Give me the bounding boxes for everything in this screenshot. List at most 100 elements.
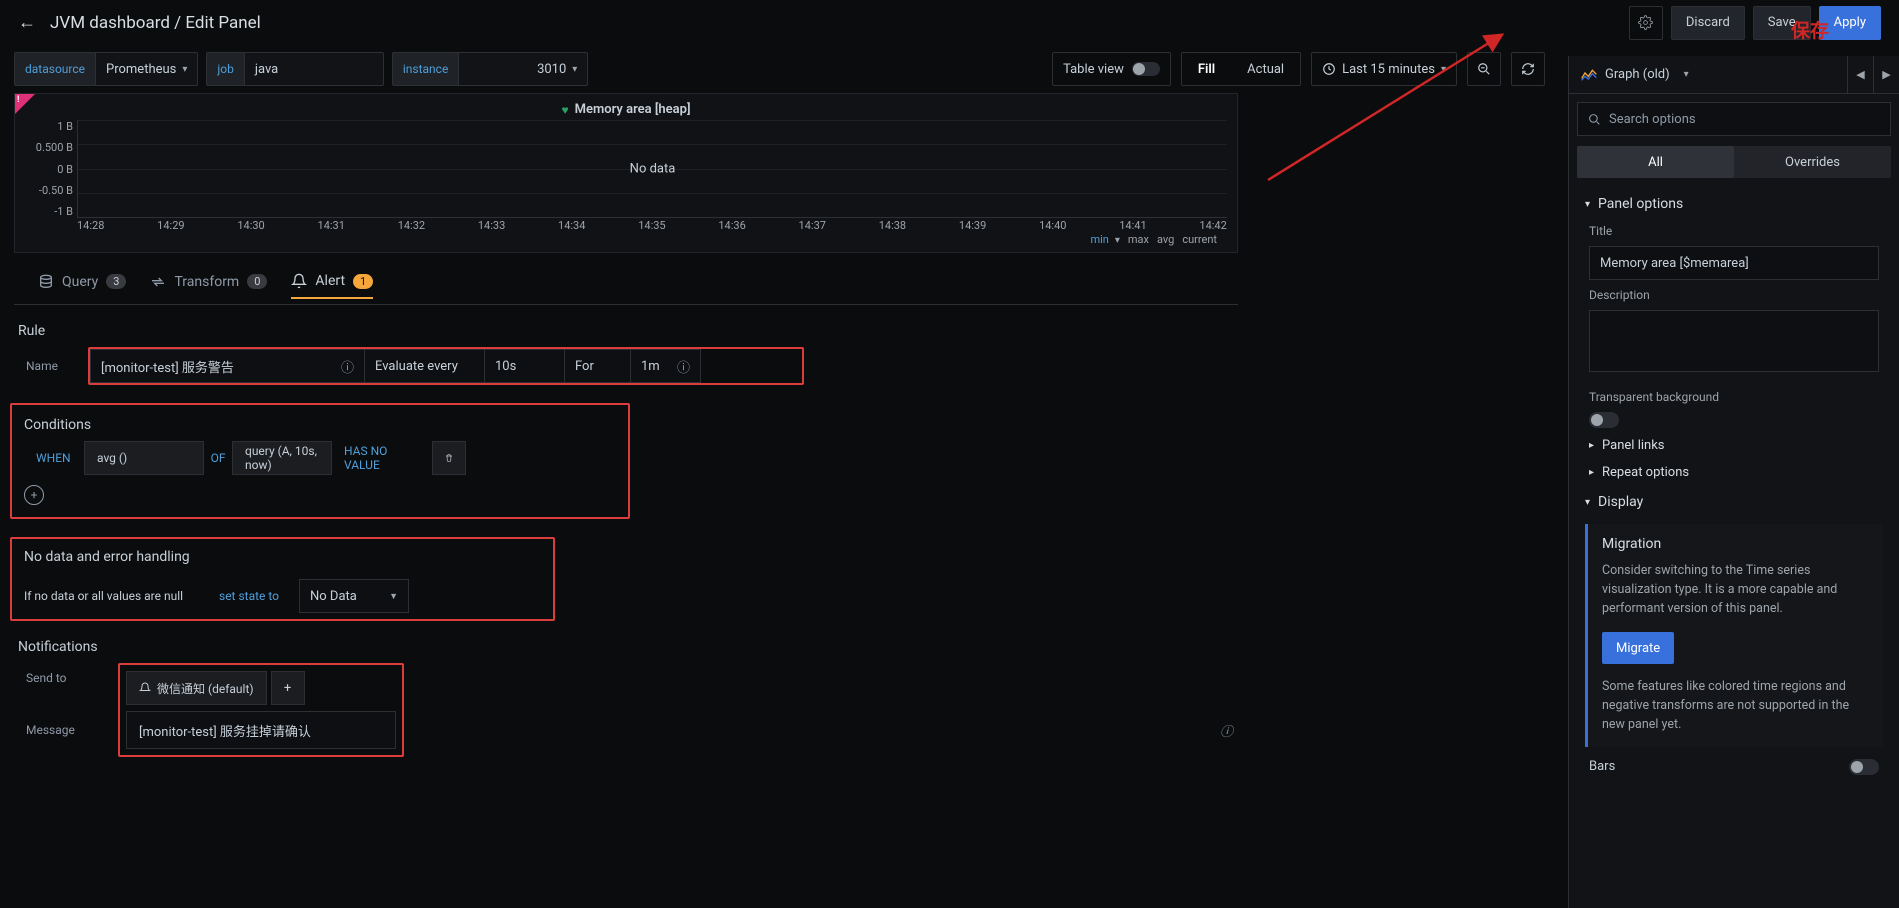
send-to-label: Send to <box>18 663 118 685</box>
legend-avg[interactable]: avg <box>1157 233 1174 246</box>
cond-func[interactable]: avg () <box>84 441 204 475</box>
no-data-label: No data <box>630 161 676 176</box>
transparent-bg-toggle[interactable] <box>1589 412 1619 428</box>
transform-icon <box>150 274 166 290</box>
cond-of: OF <box>204 441 232 475</box>
title-label: Title <box>1569 220 1899 242</box>
info-icon[interactable]: ⓘ <box>677 357 690 376</box>
eval-every-label: Evaluate every <box>365 349 485 383</box>
add-condition-button[interactable]: + <box>24 485 44 505</box>
zoom-out-icon <box>1477 62 1491 76</box>
migration-text-2: Some features like colored time regions … <box>1602 678 1869 734</box>
legend-current[interactable]: current <box>1182 233 1217 246</box>
for-input[interactable]: 1m ⓘ <box>631 349 701 383</box>
viz-picker-button[interactable]: Graph (old) <box>1569 67 1847 82</box>
page-title: JVM dashboard / Edit Panel <box>50 13 261 33</box>
chevron-down-icon: ▾ <box>1585 199 1590 210</box>
chevron-right-icon: ▸ <box>1589 440 1594 451</box>
viz-prev-button[interactable]: ◀ <box>1847 56 1873 94</box>
chevron-right-icon: ▸ <box>1589 467 1594 478</box>
chart-plot-area[interactable]: No data <box>77 120 1227 218</box>
info-icon[interactable]: ⓘ <box>341 357 354 376</box>
table-view-toggle[interactable] <box>1132 62 1160 76</box>
zoom-out-button[interactable] <box>1467 52 1501 86</box>
search-options-input[interactable]: Search options <box>1577 102 1891 136</box>
migration-text-1: Consider switching to the Time series vi… <box>1602 562 1869 618</box>
tab-overrides[interactable]: Overrides <box>1734 146 1891 178</box>
time-range-button[interactable]: Last 15 minutes ▾ <box>1311 52 1457 86</box>
query-count-badge: 3 <box>106 274 126 289</box>
migrate-button[interactable]: Migrate <box>1602 632 1674 664</box>
database-icon <box>38 274 54 290</box>
gear-icon <box>1638 15 1653 30</box>
conditions-heading: Conditions <box>24 417 616 433</box>
y-axis: 1 B 0.500 B 0 B -0.50 B -1 B <box>25 120 73 218</box>
cond-delete-button[interactable] <box>432 441 466 475</box>
back-arrow-icon[interactable]: ← <box>18 12 36 33</box>
info-icon[interactable]: ⓘ <box>1220 721 1233 740</box>
refresh-button[interactable] <box>1511 52 1545 86</box>
panel-description-input[interactable] <box>1589 310 1879 372</box>
notifications-heading: Notifications <box>18 639 1238 655</box>
clock-icon <box>1322 62 1336 76</box>
repeat-options-section[interactable]: ▸Repeat options <box>1569 459 1899 486</box>
tab-all[interactable]: All <box>1577 146 1734 178</box>
settings-gear-button[interactable] <box>1629 6 1663 40</box>
nodata-select[interactable]: No Data▼ <box>299 579 409 613</box>
chart-title[interactable]: ♥ Memory area [heap] <box>561 102 690 117</box>
alert-exclaim-icon: ! <box>17 95 19 105</box>
discard-button[interactable]: Discard <box>1671 6 1745 40</box>
alert-count-badge: 1 <box>353 274 373 289</box>
panel-links-section[interactable]: ▸Panel links <box>1569 432 1899 459</box>
search-icon <box>1588 113 1601 126</box>
table-view-toggle-group: Table view <box>1052 52 1171 86</box>
var-datasource-value[interactable]: Prometheus <box>95 52 198 86</box>
bars-label: Bars <box>1589 759 1615 774</box>
bell-icon <box>139 682 151 694</box>
nodata-row1-label: If no data or all values are null <box>24 589 209 603</box>
var-instance-label: instance <box>392 52 458 86</box>
var-instance-value[interactable]: 3010 <box>458 52 588 86</box>
chevron-down-icon: ▾ <box>1585 497 1590 508</box>
viz-next-button[interactable]: ▶ <box>1873 56 1899 94</box>
description-label: Description <box>1569 284 1899 306</box>
tab-query[interactable]: Query 3 <box>38 274 126 298</box>
message-input[interactable]: [monitor-test] 服务挂掉请确认 <box>126 711 396 749</box>
cond-query[interactable]: query (A, 10s, now) <box>232 441 332 475</box>
rule-name-label: Name <box>18 359 88 373</box>
panel-title-input[interactable]: Memory area [$memarea] <box>1589 246 1879 280</box>
fill-tab[interactable]: Fill <box>1182 53 1231 85</box>
caret-down-icon: ▼ <box>389 591 398 602</box>
table-view-label: Table view <box>1063 62 1124 77</box>
message-label: Message <box>18 723 118 737</box>
transform-count-badge: 0 <box>247 274 267 289</box>
rule-name-input[interactable]: [monitor-test] 服务警告 ⓘ <box>90 349 365 383</box>
tab-alert[interactable]: Alert 1 <box>291 273 373 299</box>
legend-max[interactable]: max <box>1128 233 1149 246</box>
display-header[interactable]: ▾ Display <box>1569 486 1899 518</box>
chevron-down-icon: ▾ <box>1441 64 1446 75</box>
bell-icon <box>291 273 307 289</box>
eval-every-input[interactable]: 10s <box>485 349 565 383</box>
transparent-bg-label: Transparent background <box>1569 386 1899 408</box>
nodata-heading: No data and error handling <box>24 549 541 565</box>
legend-min[interactable]: min <box>1090 233 1119 246</box>
graph-icon <box>1581 68 1597 82</box>
notif-channel-chip[interactable]: 微信通知 (default) <box>126 671 267 705</box>
set-state-to-1: set state to <box>219 589 289 603</box>
rule-heading: Rule <box>18 323 1238 339</box>
actual-tab[interactable]: Actual <box>1231 53 1300 85</box>
tab-transform[interactable]: Transform 0 <box>150 274 267 298</box>
cond-state[interactable]: HAS NO VALUE <box>332 441 432 475</box>
add-channel-button[interactable]: + <box>271 671 305 705</box>
migration-title: Migration <box>1602 536 1869 552</box>
bars-toggle[interactable] <box>1849 759 1879 775</box>
var-job-value[interactable]: java <box>244 52 384 86</box>
var-datasource-label: datasource <box>14 52 95 86</box>
trash-icon <box>445 452 453 464</box>
cond-when[interactable]: WHEN <box>24 441 84 475</box>
var-job-label: job <box>206 52 243 86</box>
annotation-save-cn: 保存 <box>1791 16 1829 43</box>
for-label: For <box>565 349 631 383</box>
panel-options-header[interactable]: ▾ Panel options <box>1569 188 1899 220</box>
